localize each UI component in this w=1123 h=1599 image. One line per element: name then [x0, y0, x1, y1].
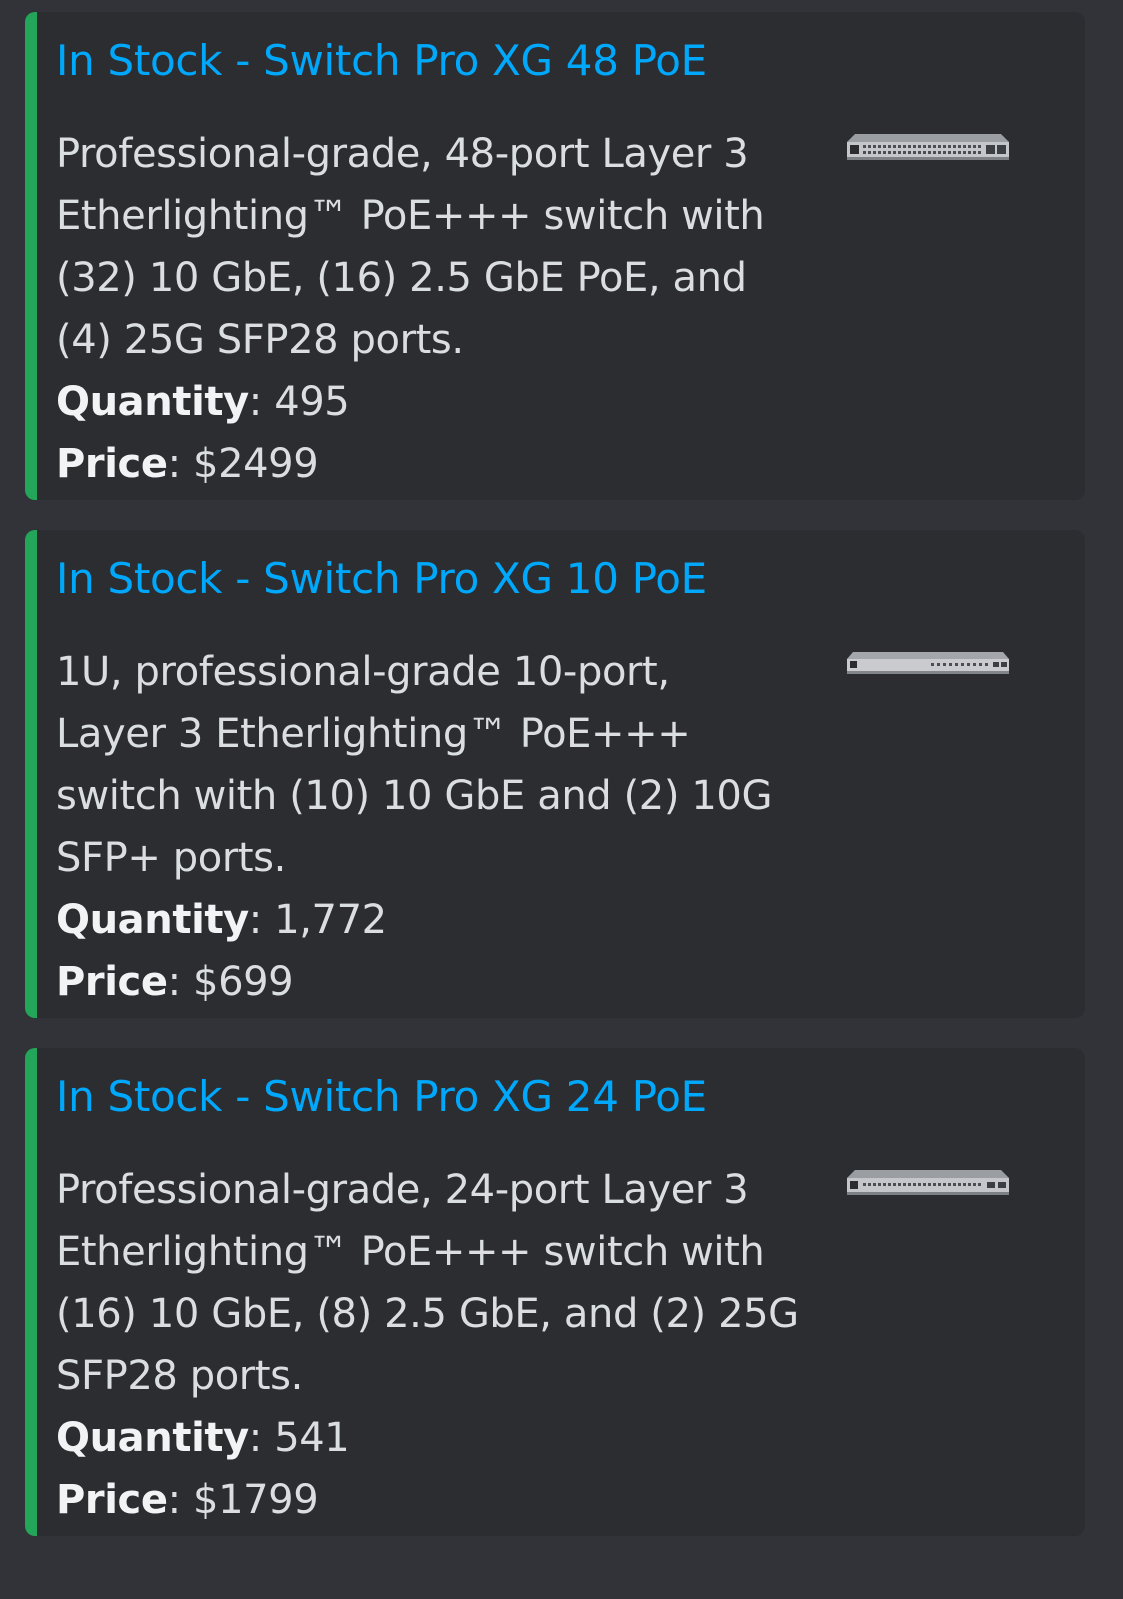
description-line: (16) 10 GbE, (8) 2.5 GbE, and (2) 25G	[56, 1291, 799, 1337]
price-value: $1799	[193, 1477, 319, 1523]
price-label: Price	[56, 1477, 168, 1523]
embed-description: Professional-grade, 48-port Layer 3 Ethe…	[56, 123, 816, 495]
quantity-field: Quantity: 495	[56, 379, 350, 425]
price-field: Price: $1799	[56, 1477, 319, 1523]
description-line: Etherlighting™ PoE+++ switch with	[56, 1229, 765, 1275]
description-line: switch with (10) 10 GbE and (2) 10G	[56, 773, 773, 819]
quantity-value: 541	[274, 1415, 350, 1461]
embed-description: 1U, professional-grade 10-port, Layer 3 …	[56, 641, 816, 1013]
description-line: SFP28 ports.	[56, 1353, 303, 1399]
embed-title-link[interactable]: In Stock - Switch Pro XG 24 PoE	[56, 1068, 707, 1126]
description-line: 1U, professional-grade 10-port,	[56, 649, 670, 695]
description-line: Layer 3 Etherlighting™ PoE+++	[56, 711, 691, 757]
quantity-value: 495	[274, 379, 350, 425]
description-line: Professional-grade, 48-port Layer 3	[56, 131, 749, 177]
price-label: Price	[56, 441, 168, 487]
product-embed: In Stock - Switch Pro XG 24 PoE Professi…	[25, 1048, 1085, 1536]
price-value: $699	[193, 959, 294, 1005]
description-line: SFP+ ports.	[56, 835, 286, 881]
network-switch-10-port-icon[interactable]	[843, 646, 1013, 696]
embed-description: Professional-grade, 24-port Layer 3 Ethe…	[56, 1159, 816, 1531]
price-value: $2499	[193, 441, 319, 487]
embed-title-link[interactable]: In Stock - Switch Pro XG 10 PoE	[56, 550, 707, 608]
product-embed: In Stock - Switch Pro XG 48 PoE Professi…	[25, 12, 1085, 500]
quantity-label: Quantity	[56, 379, 249, 425]
quantity-field: Quantity: 541	[56, 1415, 350, 1461]
description-line: (4) 25G SFP28 ports.	[56, 317, 464, 363]
price-field: Price: $2499	[56, 441, 319, 487]
description-line: (32) 10 GbE, (16) 2.5 GbE PoE, and	[56, 255, 747, 301]
description-line: Professional-grade, 24-port Layer 3	[56, 1167, 749, 1213]
product-embed: In Stock - Switch Pro XG 10 PoE 1U, prof…	[25, 530, 1085, 1018]
quantity-label: Quantity	[56, 897, 249, 943]
quantity-field: Quantity: 1,772	[56, 897, 387, 943]
message-feed: In Stock - Switch Pro XG 48 PoE Professi…	[25, 12, 1085, 1566]
embed-title-link[interactable]: In Stock - Switch Pro XG 48 PoE	[56, 32, 707, 90]
description-line: Etherlighting™ PoE+++ switch with	[56, 193, 765, 239]
price-label: Price	[56, 959, 168, 1005]
price-field: Price: $699	[56, 959, 294, 1005]
quantity-label: Quantity	[56, 1415, 249, 1461]
quantity-value: 1,772	[274, 897, 387, 943]
network-switch-24-port-icon[interactable]	[843, 1164, 1013, 1214]
network-switch-48-port-icon[interactable]	[843, 128, 1013, 178]
